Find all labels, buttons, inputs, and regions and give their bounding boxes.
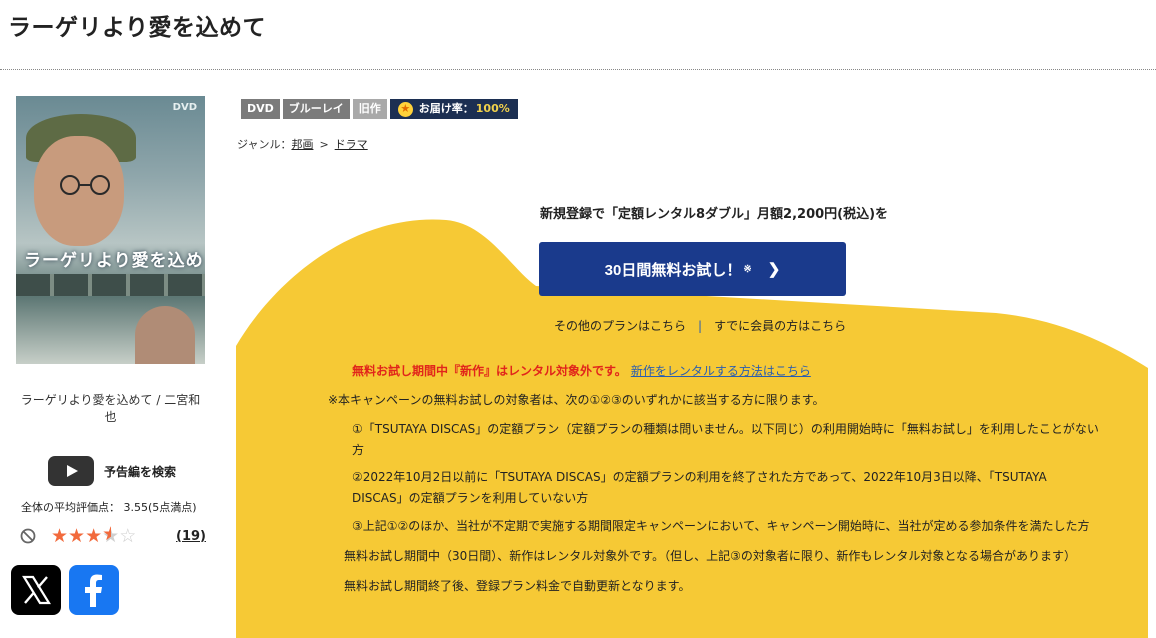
poster-glasses xyxy=(60,175,110,195)
conditions-intro: ※本キャンペーンの無料お試しの対象者は、次の①②③のいずれかに該当する方に限りま… xyxy=(328,393,825,407)
members-link[interactable]: すでに会員の方はこちら xyxy=(714,319,846,333)
format-tags: DVD ブルーレイ 旧作 ★ お届け率： 100% xyxy=(241,99,521,119)
tag-old: 旧作 xyxy=(352,99,387,119)
title-divider xyxy=(0,69,1156,70)
new-release-warning: 無料お試し期間中『新作』はレンタル対象外です。 xyxy=(352,364,627,378)
star-full-icon: ★ xyxy=(68,524,86,547)
condition-2-line1: ②2022年10月2日以前に「TSUTAYA DISCAS」の定額プランの利用を… xyxy=(352,470,1047,484)
star-half-icon: ★ xyxy=(102,525,119,547)
genre-link-drama[interactable]: ドラマ xyxy=(335,138,368,151)
star-full-icon: ★ xyxy=(51,524,69,547)
x-logo-icon xyxy=(22,575,51,605)
star-badge-icon: ★ xyxy=(397,101,413,117)
trial-note-2: 無料お試し期間終了後、登録プラン料金で自動更新となります。 xyxy=(344,579,691,593)
plan-links: その他のプランはこちら | すでに会員の方はこちら xyxy=(554,317,846,334)
genre-link-japanese-film[interactable]: 邦画 xyxy=(291,138,313,151)
poster-dvd-mark: DVD xyxy=(172,102,197,113)
trailer-search[interactable]: 予告編を検索 xyxy=(48,456,176,486)
x-share-button[interactable] xyxy=(11,565,61,615)
delivery-value: 100% xyxy=(475,102,510,115)
facebook-share-button[interactable] xyxy=(69,565,119,615)
star-rating: ★★★★☆ xyxy=(51,524,137,547)
star-full-icon: ★ xyxy=(85,524,103,547)
chevron-right-icon: ❯ xyxy=(767,261,781,278)
rating-row: ★★★★☆ (19) xyxy=(20,524,206,548)
trailer-label[interactable]: 予告編を検索 xyxy=(104,463,176,480)
free-trial-mark: ※ xyxy=(743,263,752,275)
play-icon[interactable] xyxy=(48,456,94,486)
trial-note-1: 無料お試し期間中（30日間）、新作はレンタル対象外です。（但し、上記③の対象者に… xyxy=(344,549,1076,563)
facebook-logo-icon xyxy=(85,574,102,607)
new-release-rental-link[interactable]: 新作をレンタルする方法はこちら xyxy=(631,364,811,378)
poster-cast-strip xyxy=(16,274,205,296)
star-empty-icon: ☆ xyxy=(119,524,137,547)
review-count-link[interactable]: (19) xyxy=(176,529,206,544)
prohibited-icon[interactable] xyxy=(20,528,36,544)
tag-dvd: DVD xyxy=(241,99,280,119)
new-release-notice: 無料お試し期間中『新作』はレンタル対象外です。 新作をレンタルする方法はこちら xyxy=(352,362,811,379)
page-title: ラーゲリより愛を込めて xyxy=(8,15,267,41)
product-caption: ラーゲリより愛を込めて / 二宮和也 xyxy=(20,393,201,424)
poster-woman xyxy=(135,306,195,364)
other-plans-link[interactable]: その他のプランはこちら xyxy=(554,319,686,333)
condition-3: ③上記①②のほか、当社が不定期で実施する期間限定キャンペーンにおいて、キャンペー… xyxy=(352,519,1090,533)
condition-2-line2: DISCAS」の定額プランを利用していない方 xyxy=(352,491,589,505)
free-trial-label: 30日間無料お試し！ xyxy=(604,261,742,279)
campaign-headline: 新規登録で「定額レンタル8ダブル」月額2,200円(税込)を xyxy=(540,207,889,222)
condition-1-line1: ①「TSUTAYA DISCAS」の定額プラン（定額プランの種類は問いません。以… xyxy=(352,422,1099,436)
product-poster[interactable]: DVD ラーゲリより愛を込めて xyxy=(16,96,205,364)
delivery-label: お届け率： xyxy=(418,102,474,115)
free-trial-button[interactable]: 30日間無料お試し！ ※ ❯ xyxy=(539,242,846,296)
genre-separator: > xyxy=(319,138,329,151)
condition-1-line2: 方 xyxy=(352,443,365,457)
plan-links-separator: | xyxy=(698,319,703,333)
genre-breadcrumb: ジャンル：邦画 > ドラマ xyxy=(237,136,368,152)
tag-delivery-rate: ★ お届け率： 100% xyxy=(389,99,518,119)
average-rating: 全体の平均評価点： 3.55(5点満点) xyxy=(21,501,197,514)
genre-label: ジャンル： xyxy=(237,138,292,151)
tag-bluray: ブルーレイ xyxy=(282,99,350,119)
